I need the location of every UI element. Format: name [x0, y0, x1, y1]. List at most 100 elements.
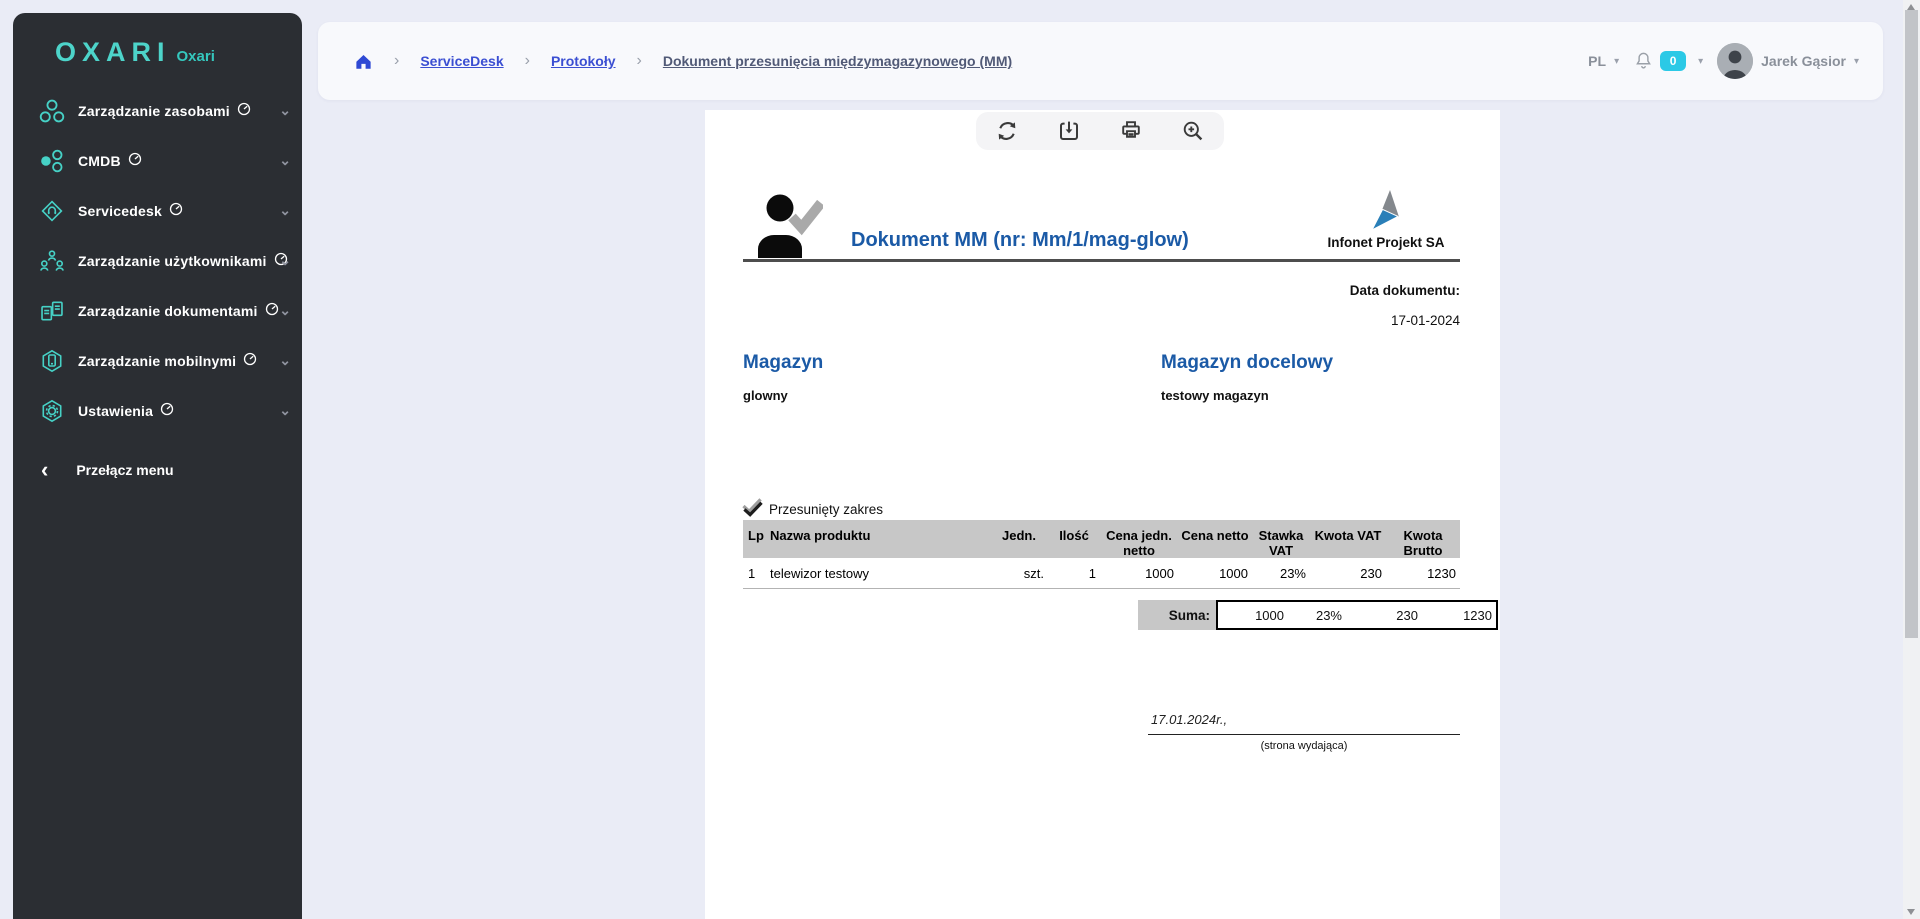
person-check-icon [755, 192, 823, 265]
refresh-button[interactable] [994, 118, 1020, 144]
scrollbar-down-arrow[interactable] [1907, 909, 1915, 915]
summary-values-box: 1000 23% 230 1230 [1216, 600, 1498, 630]
cell-lp: 1 [743, 558, 765, 589]
cmdb-icon [39, 149, 65, 173]
download-button[interactable] [1056, 118, 1082, 144]
topbar: › ServiceDesk › Protokoły › Dokument prz… [318, 22, 1883, 100]
bell-icon[interactable] [1633, 50, 1654, 72]
summary-net: 1000 [1218, 602, 1288, 628]
col-nazwa-produktu: Nazwa produktu [765, 520, 990, 558]
sidebar-menu: Zarządzanie zasobami ⌄ CMDB ⌄ [13, 86, 302, 436]
company-name: Infonet Projekt SA [1306, 235, 1466, 250]
summary-gross: 1230 [1422, 602, 1496, 628]
sidebar-item-label: Servicedesk [78, 203, 162, 219]
gauge-icon [128, 152, 142, 171]
cell-vat-amount: 230 [1310, 558, 1386, 589]
col-lp: Lp [743, 520, 765, 558]
gauge-icon [243, 352, 257, 371]
col-ilosc: Ilość [1048, 520, 1100, 558]
document-date-value: 17-01-2024 [1391, 313, 1460, 328]
double-check-icon [741, 498, 764, 520]
col-cena-jedn-netto: Cena jedn. netto [1100, 520, 1178, 558]
section-header: Przesunięty zakres [741, 498, 883, 520]
sidebar-item-label: Zarządzanie mobilnymi [78, 353, 236, 369]
chevron-down-icon[interactable]: ⌄ [279, 253, 291, 267]
col-kwota-vat: Kwota VAT [1310, 520, 1386, 558]
sidebar-item-cmdb[interactable]: CMDB ⌄ [13, 136, 302, 186]
sidebar-item-ustawienia[interactable]: Ustawienia ⌄ [13, 386, 302, 436]
col-jedn: Jedn. [990, 520, 1048, 558]
sidebar-item-label: Zarządzanie użytkownikami [78, 253, 267, 269]
settings-icon [39, 399, 65, 423]
gauge-icon [265, 302, 279, 321]
breadcrumb-separator: › [637, 52, 642, 70]
sidebar-item-zarzadzanie-mobilnymi[interactable]: Zarządzanie mobilnymi ⌄ [13, 336, 302, 386]
collapse-menu-button[interactable]: ‹ Przełącz menu [13, 449, 302, 491]
signature-date: 17.01.2024r., [1151, 712, 1227, 727]
sidebar-item-label: CMDB [78, 153, 121, 169]
page-scrollbar[interactable] [1903, 0, 1920, 919]
caret-down-icon[interactable]: ▾ [1614, 56, 1619, 67]
company-logo-block: Infonet Projekt SA [1306, 188, 1466, 250]
topbar-right-cluster: PL ▾ 0 ▾ Jarek Gąsior [1588, 43, 1859, 79]
breadcrumb-current-page[interactable]: Dokument przesunięcia międzymagazynowego… [663, 53, 1012, 69]
chevron-down-icon[interactable]: ⌄ [279, 303, 291, 317]
sidebar-item-zarzadzanie-dokumentami[interactable]: Zarządzanie dokumentami ⌄ [13, 286, 302, 336]
target-warehouse-label: Magazyn docelowy [1161, 352, 1333, 374]
signature-caption: (strona wydająca) [1148, 740, 1460, 752]
language-selector[interactable]: PL [1588, 53, 1606, 69]
section-title: Przesunięty zakres [769, 502, 883, 517]
sidebar-item-zarzadzanie-uzytkownikami[interactable]: Zarządzanie użytkownikami ⌄ [13, 236, 302, 286]
summary-vat-amount: 230 [1346, 602, 1422, 628]
items-table: Lp Nazwa produktu Jedn. Ilość Cena jedn.… [743, 520, 1460, 589]
source-warehouse-value: glowny [743, 388, 788, 403]
zoom-in-button[interactable] [1180, 118, 1206, 144]
chevron-down-icon[interactable]: ⌄ [279, 403, 291, 417]
sidebar-item-label: Zarządzanie zasobami [78, 103, 230, 119]
col-stawka-vat: Stawka VAT [1252, 520, 1310, 558]
summary-label: Suma: [1138, 600, 1216, 630]
user-menu[interactable]: Jarek Gąsior [1761, 53, 1846, 69]
summary-vat-rate: 23% [1288, 602, 1346, 628]
summary-row: Suma: 1000 23% 230 1230 [1138, 600, 1498, 630]
paper-plane-icon [1365, 188, 1407, 234]
gauge-icon [160, 402, 174, 421]
chevron-down-icon[interactable]: ⌄ [279, 203, 291, 217]
avatar[interactable] [1717, 43, 1753, 79]
breadcrumb-link-servicedesk[interactable]: ServiceDesk [420, 53, 503, 69]
home-icon[interactable] [354, 52, 373, 71]
breadcrumb: › ServiceDesk › Protokoły › Dokument prz… [354, 52, 1012, 71]
chevron-down-icon[interactable]: ⌄ [279, 103, 291, 117]
collapse-menu-label: Przełącz menu [76, 462, 173, 478]
table-row: 1 telewizor testowy szt. 1 1000 1000 23%… [743, 558, 1460, 589]
caret-down-icon[interactable]: ▾ [1698, 56, 1703, 67]
sidebar-item-servicedesk[interactable]: Servicedesk ⌄ [13, 186, 302, 236]
scrollbar-thumb[interactable] [1905, 10, 1918, 638]
document-preview: Dokument MM (nr: Mm/1/mag-glow) Infonet … [705, 110, 1500, 919]
target-warehouse-value: testowy magazyn [1161, 388, 1269, 403]
document-toolbar [976, 112, 1224, 150]
document-date-label: Data dokumentu: [1350, 283, 1460, 298]
gauge-icon [237, 102, 251, 121]
signature-line [1148, 734, 1460, 735]
cell-gross: 1230 [1386, 558, 1460, 589]
chevron-left-icon: ‹ [41, 459, 48, 481]
caret-down-icon[interactable]: ▾ [1854, 56, 1859, 67]
cell-net: 1000 [1178, 558, 1252, 589]
notification-badge: 0 [1660, 51, 1686, 71]
print-button[interactable] [1118, 118, 1144, 144]
gauge-icon [169, 202, 183, 221]
sidebar-item-zarzadzanie-zasobami[interactable]: Zarządzanie zasobami ⌄ [13, 86, 302, 136]
servicedesk-icon [39, 199, 65, 223]
oxari-logo: OXARI Oxari [13, 13, 302, 66]
source-warehouse-label: Magazyn [743, 352, 823, 374]
chevron-down-icon[interactable]: ⌄ [279, 353, 291, 367]
documents-icon [39, 299, 65, 323]
cell-name: telewizor testowy [765, 558, 990, 589]
breadcrumb-link-protokoly[interactable]: Protokoły [551, 53, 616, 69]
chevron-down-icon[interactable]: ⌄ [279, 153, 291, 167]
sidebar-item-label: Ustawienia [78, 403, 153, 419]
col-cena-netto: Cena netto [1178, 520, 1252, 558]
users-icon [39, 249, 65, 273]
oxari-logo-wordmark: OXARI [55, 39, 171, 66]
